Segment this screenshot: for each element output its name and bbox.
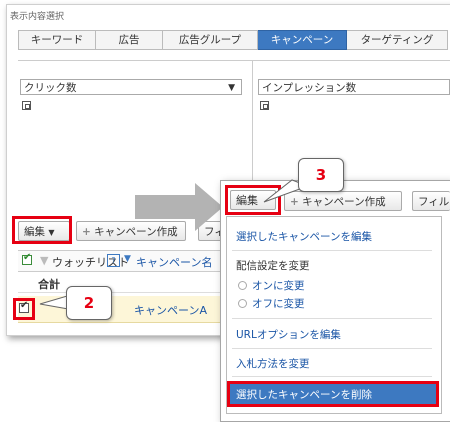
popup-filter-label: フィル	[418, 196, 450, 208]
tab-keyword[interactable]: キーワード	[18, 30, 96, 50]
popup-create-campaign-label: キャンペーン作成	[302, 196, 386, 208]
menu-item-bid-method[interactable]: 入札方法を変更	[236, 356, 310, 371]
chart-expand-icon[interactable]	[260, 101, 269, 110]
popup-filter-button[interactable]: フィル	[412, 191, 450, 211]
menu-item-turn-off[interactable]: オフに変更	[252, 296, 305, 311]
step-3-callout: 3	[298, 158, 344, 192]
menu-item-turn-on[interactable]: オンに変更	[252, 278, 305, 293]
sort-icon: ▼	[40, 254, 49, 267]
plus-icon: +	[82, 226, 91, 238]
highlight-row-checkbox	[13, 298, 35, 320]
menu-divider	[232, 250, 432, 251]
menu-heading-delivery: 配信設定を変更	[236, 260, 310, 272]
campaign-name-link[interactable]: キャンペーンA	[134, 302, 207, 318]
sort-icon[interactable]: ▼	[124, 254, 131, 264]
select-all-checkbox[interactable]: ✔	[22, 252, 32, 265]
tab-ads[interactable]: 広告	[96, 30, 163, 50]
radio-off[interactable]	[238, 299, 247, 308]
menu-item-edit-selected[interactable]: 選択したキャンペーンを編集	[236, 229, 372, 244]
menu-item-url-options[interactable]: URLオプションを編集	[236, 327, 341, 342]
menu-divider	[232, 318, 432, 319]
tab-targeting[interactable]: ターゲティング	[347, 30, 448, 50]
menu-divider	[232, 348, 432, 349]
menu-divider	[232, 376, 432, 377]
arrow-right-icon	[135, 183, 223, 231]
campaign-name-header[interactable]: キャンペーン名	[136, 254, 212, 270]
left-chart-panel: クリック数 ▼	[18, 61, 253, 201]
display-selection-label: 表示内容選択	[10, 12, 65, 22]
help-icon[interactable]: ?	[107, 254, 120, 267]
radio-on[interactable]	[238, 281, 247, 290]
tab-ad-groups[interactable]: 広告グループ	[163, 30, 258, 50]
chevron-down-icon: ▼	[228, 83, 235, 93]
right-metric-dropdown[interactable]: インプレッション数	[258, 79, 450, 95]
chart-expand-icon[interactable]	[22, 101, 31, 110]
left-metric-value: クリック数	[24, 82, 77, 94]
check-icon: ✔	[23, 252, 32, 263]
highlight-edit-button	[12, 216, 72, 244]
right-metric-value: インプレッション数	[262, 82, 357, 94]
highlight-delete-item	[227, 381, 439, 407]
left-metric-dropdown[interactable]: クリック数 ▼	[20, 79, 242, 95]
step-2-callout: 2	[66, 286, 112, 320]
tab-campaigns[interactable]: キャンペーン	[258, 30, 347, 50]
tab-bar: キーワード 広告 広告グループ キャンペーン ターゲティング	[18, 30, 448, 50]
